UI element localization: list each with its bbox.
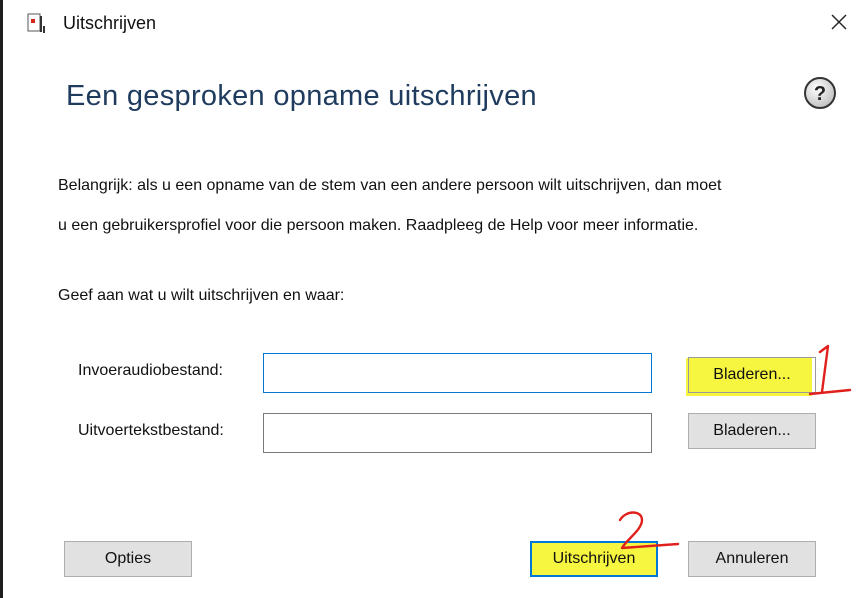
options-button[interactable]: Opties <box>64 541 192 577</box>
close-button[interactable] <box>823 6 855 38</box>
browse-output-button[interactable]: Bladeren... <box>688 413 816 449</box>
annotation-marker-1 <box>808 344 852 396</box>
output-text-field[interactable] <box>263 413 652 453</box>
important-notice: Belangrijk: als u een opname van de stem… <box>58 166 848 246</box>
close-icon <box>831 14 847 30</box>
title-bar: Uitschrijven <box>3 0 859 46</box>
window-left-border <box>0 0 3 598</box>
svg-text:?: ? <box>814 83 826 105</box>
page-title: Een gesproken opname uitschrijven <box>66 80 537 112</box>
speech-recording-icon <box>27 12 47 34</box>
window-title: Uitschrijven <box>63 13 157 33</box>
instruction-text: Geef aan wat u wilt uitschrijven en waar… <box>58 287 345 304</box>
input-audio-field[interactable] <box>263 353 652 393</box>
notice-line-2: u een gebruikersprofiel voor die persoon… <box>58 217 699 234</box>
input-audio-label: Invoeraudiobestand: <box>78 362 223 379</box>
cancel-button[interactable]: Annuleren <box>688 541 816 577</box>
output-text-label: Uitvoertekstbestand: <box>78 422 224 439</box>
help-icon[interactable]: ? <box>803 76 837 110</box>
browse-input-button[interactable]: Bladeren... <box>688 357 816 393</box>
notice-line-1: Belangrijk: als u een opname van de stem… <box>58 177 722 194</box>
annotation-marker-2 <box>618 511 680 550</box>
